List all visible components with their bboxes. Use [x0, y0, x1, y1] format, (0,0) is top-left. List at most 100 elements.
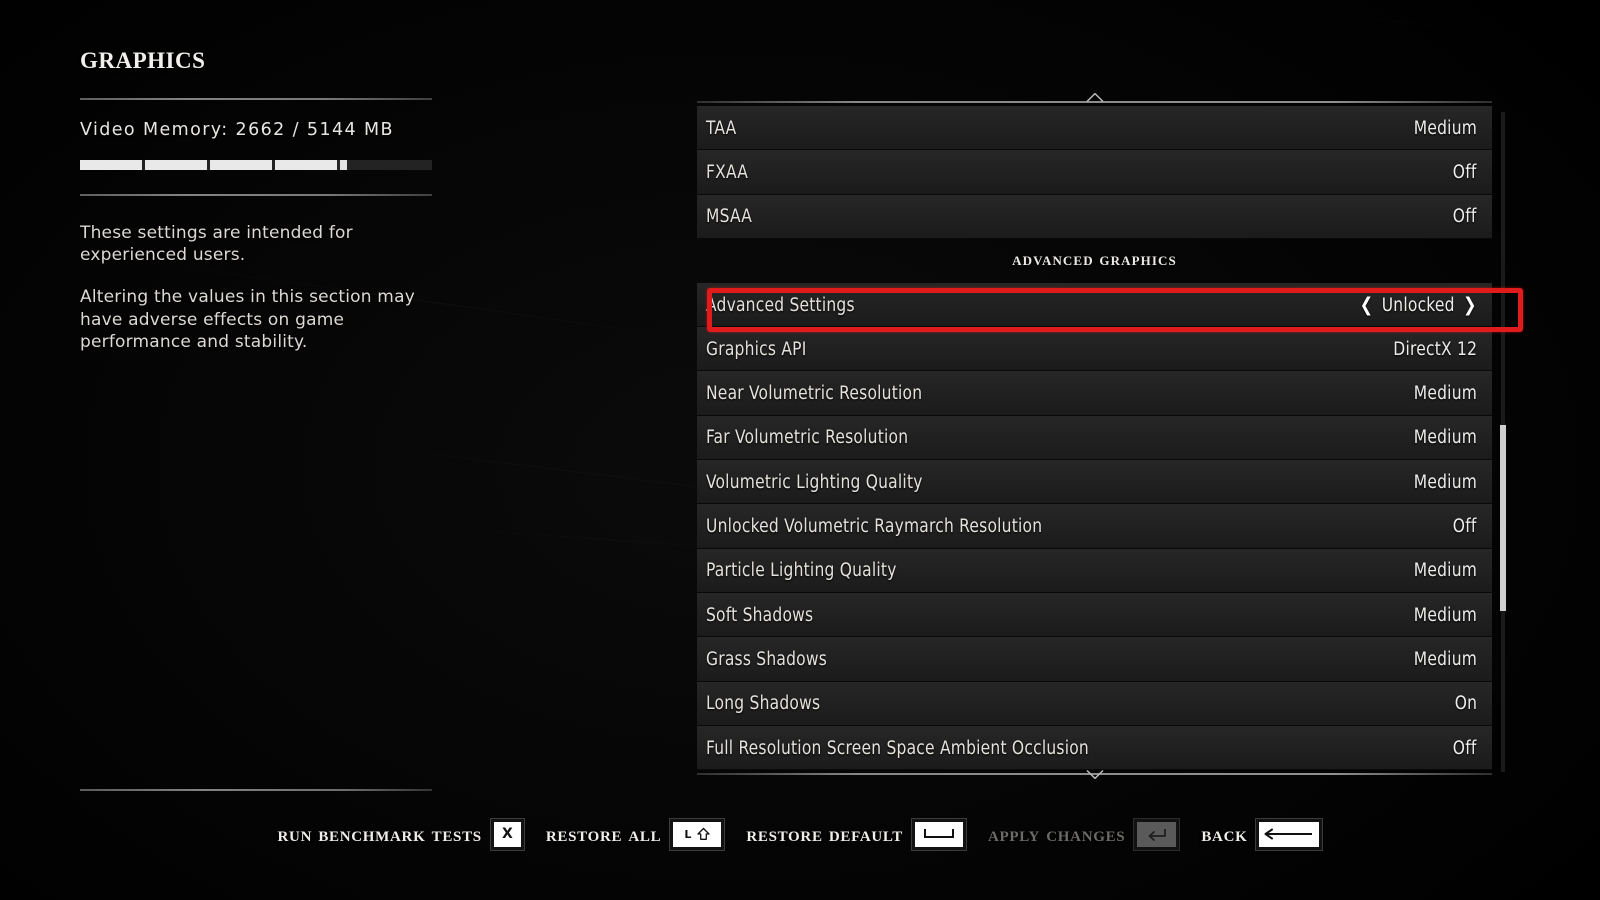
- action-label: Restore All: [545, 821, 662, 846]
- info-panel: Graphics Video Memory: 2662 / 5144 MB Th…: [80, 40, 432, 353]
- setting-row[interactable]: Near Volumetric Resolution Medium: [697, 371, 1492, 416]
- video-memory-segment: [210, 160, 272, 171]
- setting-value: Medium: [1414, 472, 1477, 493]
- setting-label: Full Resolution Screen Space Ambient Occ…: [706, 737, 1089, 759]
- setting-value-text: Off: [1453, 737, 1477, 759]
- video-memory-segment: [80, 160, 142, 171]
- divider-middle: [80, 194, 432, 197]
- setting-value-text: Off: [1453, 161, 1477, 183]
- setting-row[interactable]: FXAA Off: [697, 150, 1492, 195]
- setting-label: TAA: [706, 117, 737, 139]
- setting-label: Unlocked Volumetric Raymarch Resolution: [706, 516, 1043, 538]
- action-back[interactable]: Back: [1201, 817, 1324, 851]
- video-memory-segment: [145, 160, 207, 171]
- setting-row[interactable]: Graphics API DirectX 12: [697, 327, 1492, 372]
- setting-label: Grass Shadows: [706, 648, 828, 670]
- chevron-right-icon[interactable]: ❯: [1463, 295, 1477, 315]
- setting-value: On: [1455, 693, 1477, 714]
- setting-label: Far Volumetric Resolution: [706, 427, 909, 449]
- setting-value: Off: [1453, 516, 1477, 537]
- scroll-up-indicator[interactable]: [697, 93, 1492, 106]
- setting-row[interactable]: Volumetric Lighting Quality Medium: [697, 460, 1492, 505]
- section-header-label: Advanced Graphics: [1012, 250, 1177, 271]
- setting-label: MSAA: [706, 206, 753, 228]
- video-memory-segment: [275, 160, 337, 171]
- settings-list-panel: TAA Medium FXAA Off MSAA Off Advanced Graphic…: [697, 93, 1492, 780]
- setting-value: ❮ Unlocked ❯: [1360, 295, 1477, 316]
- key-badge-backspace[interactable]: [1255, 817, 1324, 851]
- scratch-line: [1310, 12, 1460, 29]
- setting-value: Medium: [1414, 649, 1477, 670]
- setting-row[interactable]: Long Shadows On: [697, 681, 1492, 726]
- video-memory-bar-fill: [80, 160, 350, 171]
- action-label: Back: [1201, 821, 1248, 846]
- setting-value: Off: [1453, 738, 1477, 759]
- setting-value: Off: [1453, 206, 1477, 227]
- description-block: These settings are intended for experien…: [80, 222, 420, 352]
- setting-row[interactable]: Unlocked Volumetric Raymarch Resolution O…: [697, 504, 1492, 549]
- video-memory-segment-partial: [340, 160, 347, 171]
- setting-value: Medium: [1414, 118, 1477, 139]
- setting-row[interactable]: Soft Shadows Medium: [697, 592, 1492, 638]
- setting-row[interactable]: MSAA Off: [697, 194, 1492, 239]
- key-badge-letter-x[interactable]: X: [489, 817, 525, 851]
- action-bar: Run Benchmark Tests X Restore All L Restore …: [0, 812, 1600, 856]
- setting-value-text: Unlocked: [1382, 294, 1456, 316]
- setting-row[interactable]: Far Volumetric Resolution Medium: [697, 415, 1492, 461]
- scroll-down-indicator[interactable]: [697, 770, 1492, 780]
- setting-value-text: Off: [1453, 206, 1477, 228]
- action-restore-default[interactable]: Restore Default: [746, 817, 967, 851]
- setting-row[interactable]: TAA Medium: [697, 106, 1492, 151]
- action-label: Run Benchmark Tests: [277, 821, 482, 846]
- video-memory-bar: [80, 160, 432, 171]
- setting-value-text: On: [1454, 693, 1477, 715]
- page-title: Graphics: [80, 40, 206, 76]
- setting-row[interactable]: Full Resolution Screen Space Ambient Occ…: [697, 725, 1492, 771]
- section-header-advanced-graphics: Advanced Graphics: [697, 239, 1492, 283]
- setting-row[interactable]: Grass Shadows Medium: [697, 637, 1492, 682]
- action-restore-all[interactable]: Restore All L: [545, 817, 726, 851]
- setting-value-text: DirectX 12: [1393, 338, 1477, 360]
- setting-label: Soft Shadows: [706, 604, 814, 626]
- setting-label: Volumetric Lighting Quality: [706, 471, 923, 493]
- setting-value-text: Medium: [1413, 383, 1477, 405]
- action-apply-changes: Apply Changes: [987, 817, 1181, 851]
- setting-row[interactable]: Particle Lighting Quality Medium: [697, 548, 1492, 593]
- setting-label: Advanced Settings: [706, 294, 855, 316]
- divider-bottom: [80, 789, 432, 791]
- key-badge-spacebar[interactable]: [910, 817, 967, 851]
- action-run-benchmark-tests[interactable]: Run Benchmark Tests X: [277, 817, 525, 851]
- setting-value-text: Off: [1453, 516, 1477, 538]
- chevron-left-icon[interactable]: ❮: [1360, 295, 1374, 315]
- setting-label: FXAA: [706, 161, 749, 183]
- setting-value: Off: [1453, 162, 1477, 183]
- setting-value: DirectX 12: [1393, 339, 1477, 360]
- key-badge-left-shift[interactable]: L: [669, 817, 726, 851]
- setting-label: Graphics API: [706, 338, 807, 360]
- setting-label: Particle Lighting Quality: [706, 560, 897, 582]
- setting-value-text: Medium: [1413, 117, 1477, 139]
- setting-value: Medium: [1414, 383, 1477, 404]
- key-badge-enter[interactable]: [1133, 817, 1181, 851]
- setting-value-text: Medium: [1413, 604, 1477, 626]
- description-paragraph-1: These settings are intended for experien…: [80, 223, 353, 266]
- advanced-settings-rows: Advanced Settings ❮ Unlocked ❯ Graphics API D…: [697, 282, 1492, 771]
- setting-value-text: Medium: [1413, 471, 1477, 493]
- setting-value: Medium: [1414, 560, 1477, 581]
- setting-value-text: Medium: [1413, 427, 1477, 449]
- description-paragraph-2: Altering the values in this section may …: [80, 287, 415, 352]
- basic-settings-rows: TAA Medium FXAA Off MSAA Off: [697, 106, 1492, 239]
- setting-row-selected[interactable]: Advanced Settings ❮ Unlocked ❯: [697, 282, 1492, 328]
- setting-value-text: Medium: [1413, 648, 1477, 670]
- action-label: Apply Changes: [987, 821, 1126, 846]
- setting-value: Medium: [1414, 605, 1477, 626]
- setting-value: Medium: [1414, 427, 1477, 448]
- video-memory-label: Video Memory: 2662 / 5144 MB: [80, 120, 394, 141]
- scrollbar-thumb[interactable]: [1500, 425, 1506, 611]
- settings-screen: Graphics Video Memory: 2662 / 5144 MB Th…: [0, 0, 1600, 900]
- setting-label: Long Shadows: [706, 693, 821, 715]
- setting-label: Near Volumetric Resolution: [706, 383, 923, 405]
- chevron-up-icon: [1085, 93, 1104, 102]
- setting-value-text: Medium: [1413, 560, 1477, 582]
- divider-top: [80, 98, 432, 101]
